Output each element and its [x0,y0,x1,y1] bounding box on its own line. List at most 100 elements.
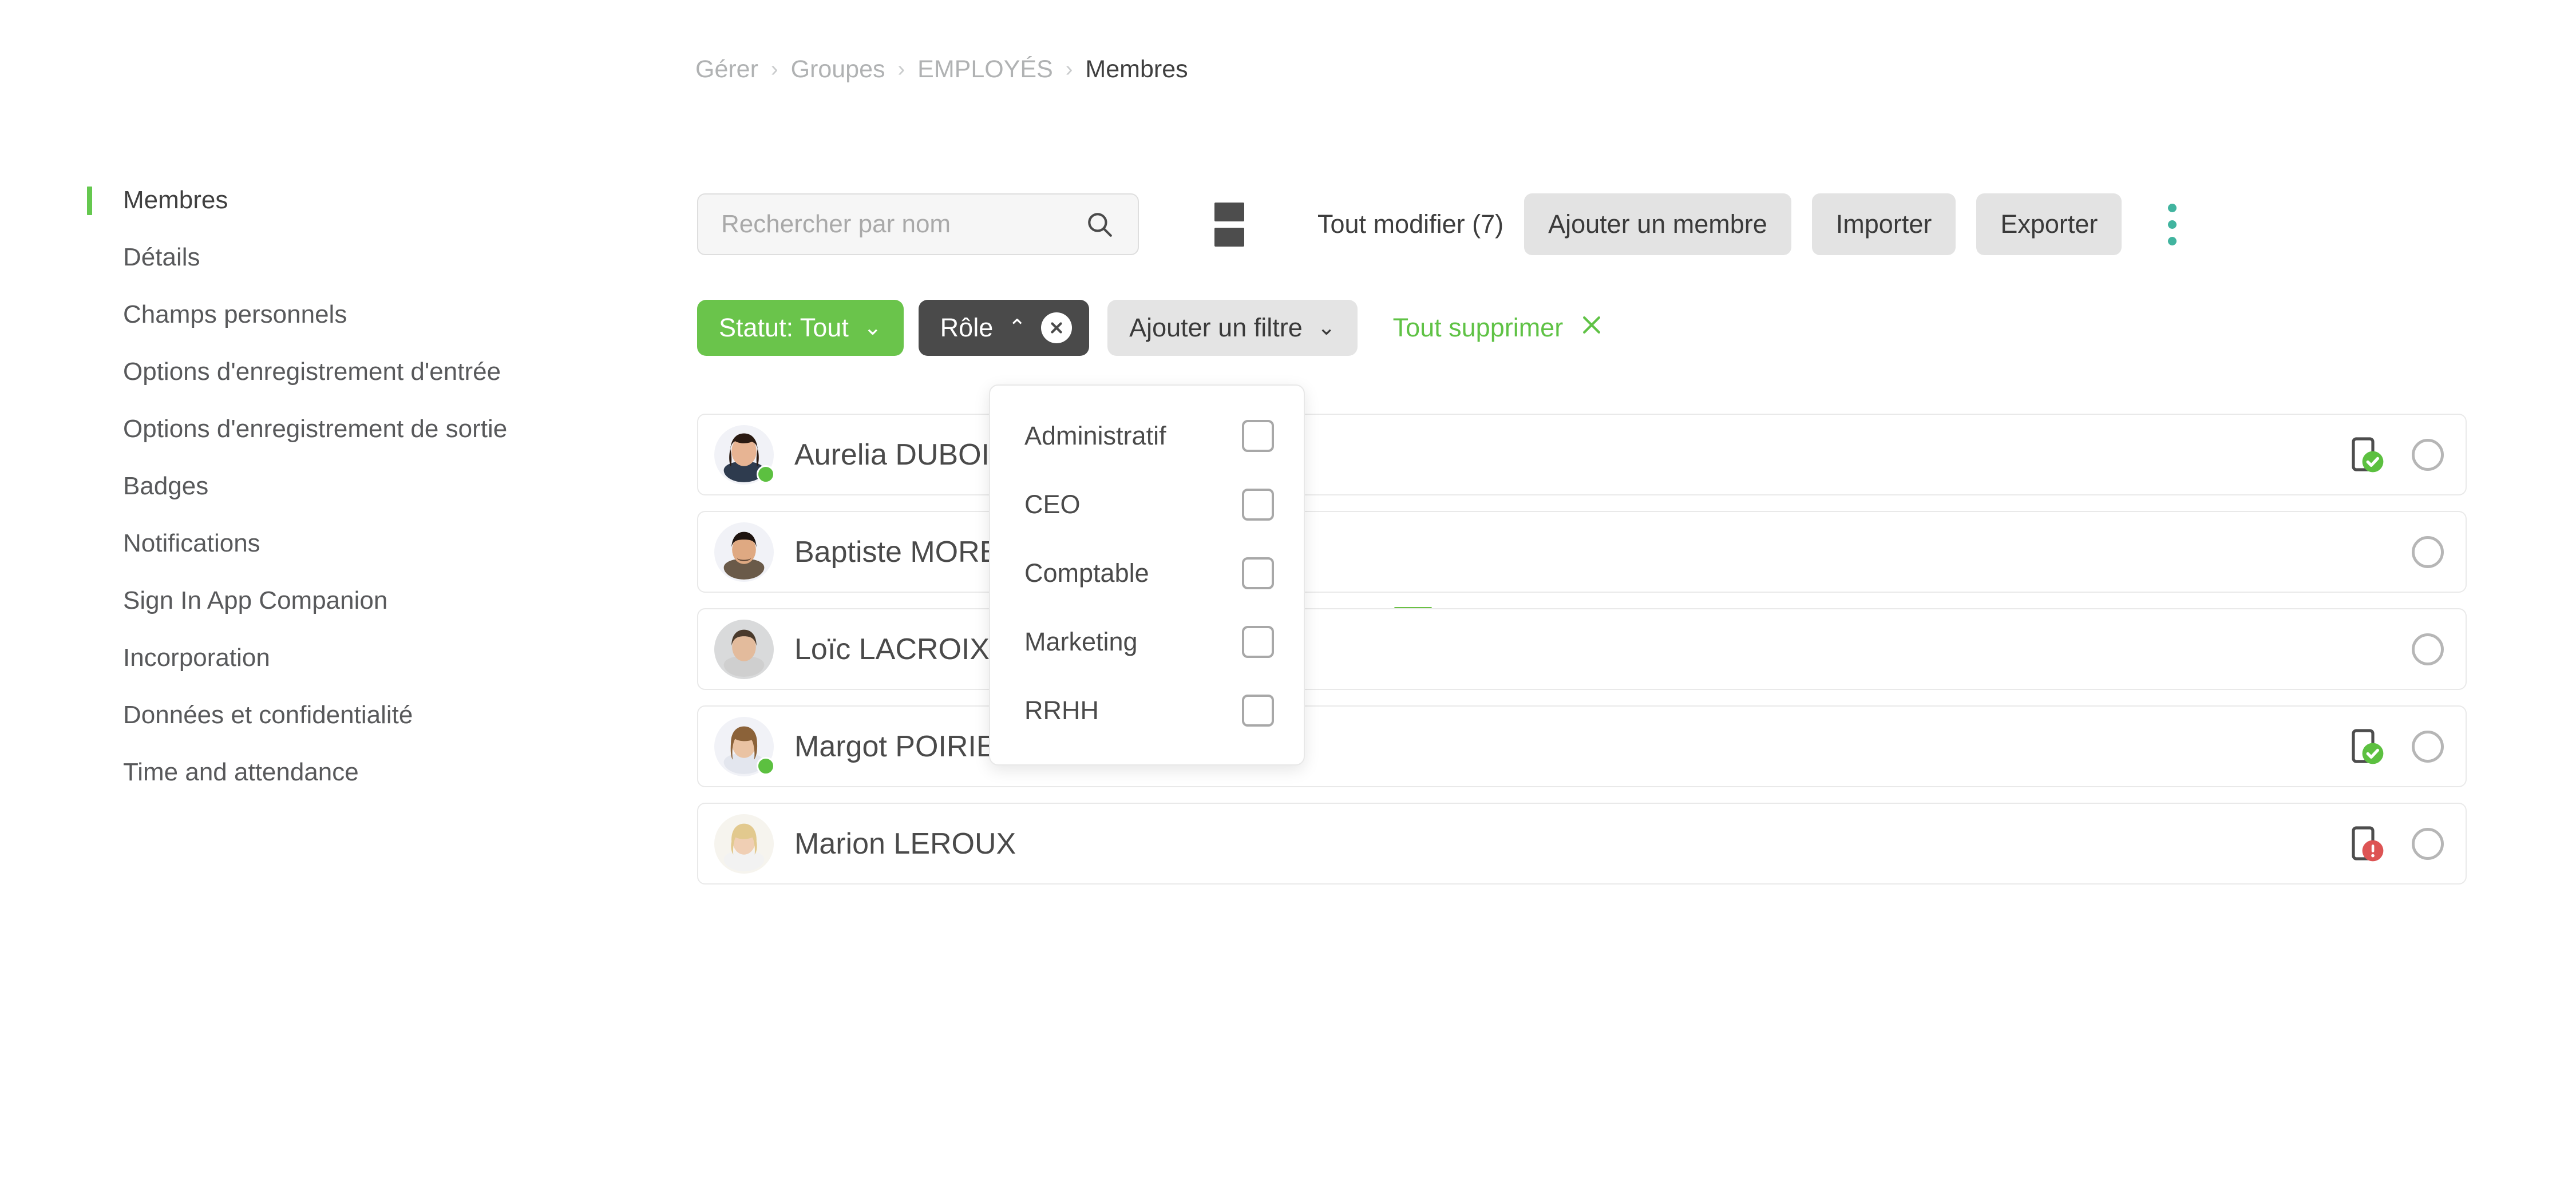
presence-online-indicator [757,756,775,775]
breadcrumb-item-employes[interactable]: EMPLOYÉS [917,57,1053,82]
role-option-rrhh[interactable]: RRHH [990,676,1304,745]
export-button[interactable]: Exporter [1976,193,2122,255]
role-option-label: Marketing [1024,627,1138,656]
add-filter-button[interactable]: Ajouter un filtre ⌄ [1107,300,1358,356]
filter-role-label: Rôle [940,313,994,342]
clear-all-filters-label: Tout supprimer [1392,313,1564,342]
member-name: Aurelia DUBOIS [794,438,1010,471]
sidebar-item-incorporation[interactable]: Incorporation [0,629,658,687]
role-option-administratif[interactable]: Administratif [990,402,1304,470]
filter-bar: Statut: Tout ⌄ Rôle ⌃ Ajouter un filtre … [697,300,1604,356]
sidebar-item-options-entree[interactable]: Options d'enregistrement d'entrée [0,343,658,400]
sidebar-item-champs-personnels[interactable]: Champs personnels [0,286,658,343]
row-select-circle[interactable] [2412,730,2444,763]
edit-all-button[interactable]: Tout modifier (7) [1317,209,1503,239]
sidebar-item-time-and-attendance[interactable]: Time and attendance [0,744,658,801]
member-name: Loïc LACROIX [794,632,990,666]
sidebar-item-notifications[interactable]: Notifications [0,515,658,572]
sidebar-item-label: Incorporation [123,644,270,672]
sidebar-item-details[interactable]: Détails [0,229,658,286]
clear-all-filters-button[interactable]: Tout supprimer [1393,312,1605,344]
breadcrumb: Gérer › Groupes › EMPLOYÉS › Membres [695,57,1188,82]
search-input[interactable] [698,195,1138,254]
breadcrumb-item-membres[interactable]: Membres [1085,57,1188,82]
role-option-label: RRHH [1024,696,1099,725]
filter-status-button[interactable]: Statut: Tout ⌄ [697,300,904,356]
add-filter-label: Ajouter un filtre [1129,313,1303,342]
role-option-checkbox[interactable] [1242,489,1274,521]
sidebar-item-label: Détails [123,243,200,271]
role-option-checkbox[interactable] [1242,626,1274,658]
row-select-circle[interactable] [2412,536,2444,568]
avatar [714,522,774,582]
sidebar-item-donnees-confidentialite[interactable]: Données et confidentialité [0,687,658,744]
table-row[interactable]: Margot POIRIER [697,705,2467,787]
role-option-label: CEO [1024,490,1081,519]
add-member-button[interactable]: Ajouter un membre [1524,193,1791,255]
members-page: Gérer › Groupes › EMPLOYÉS › Membres Mem… [0,0,2576,1178]
device-verified-icon [2349,727,2384,766]
breadcrumb-separator-icon: › [770,57,778,81]
role-option-comptable[interactable]: Comptable [990,539,1304,608]
avatar [714,716,775,776]
close-icon [1579,312,1604,344]
role-option-checkbox[interactable] [1242,420,1274,452]
member-name: Margot POIRIER [794,729,1018,763]
role-option-checkbox[interactable] [1242,695,1274,727]
avatar [714,619,774,679]
card-view-icon[interactable] [1214,202,1244,247]
import-button[interactable]: Importer [1811,193,1956,255]
sidebar-item-label: Champs personnels [123,300,347,328]
table-row[interactable]: Loïc LACROIX [697,608,2467,690]
breadcrumb-separator-icon: › [897,57,905,81]
sidebar-item-badges[interactable]: Badges [0,458,658,515]
member-name: Marion LEROUX [794,827,1016,860]
clear-role-filter-icon[interactable] [1041,312,1073,343]
row-actions [2349,435,2444,474]
role-option-label: Comptable [1024,558,1149,588]
row-actions [2349,533,2444,572]
sidebar-item-sign-in-app-companion[interactable]: Sign In App Companion [0,572,658,629]
device-warning-icon [2349,824,2384,863]
filter-status-label: Statut: Tout [719,313,849,342]
table-row[interactable]: Baptiste MOREAU [697,511,2467,593]
view-toggle-group [1214,202,1432,632]
device-verified-icon [2349,435,2384,474]
more-vertical-icon[interactable] [2155,193,2189,255]
breadcrumb-item-gerer[interactable]: Gérer [695,57,758,82]
sidebar-item-label: Sign In App Companion [123,586,388,614]
sidebar-item-label: Badges [123,472,209,500]
device-icon-placeholder [2349,630,2384,669]
role-option-label: Administratif [1024,421,1166,450]
members-toolbar: Tout modifier (7) Ajouter un membre Impo… [697,193,2189,632]
chevron-up-icon: ⌃ [1008,316,1027,340]
row-select-circle[interactable] [2412,827,2444,860]
sidebar-item-label: Membres [123,186,228,214]
avatar [714,425,775,485]
sidebar-item-label: Options d'enregistrement d'entrée [123,358,501,386]
avatar [714,814,774,874]
role-option-marketing[interactable]: Marketing [990,608,1304,676]
search-box [697,193,1139,255]
sidebar-item-membres[interactable]: Membres [0,172,658,229]
search-icon[interactable] [1085,210,1114,239]
sidebar-item-label: Données et confidentialité [123,701,413,729]
table-row[interactable]: Marion LEROUX [697,803,2467,885]
chevron-down-icon: ⌄ [863,316,882,340]
row-select-circle[interactable] [2412,633,2444,665]
sidebar-item-label: Time and attendance [123,758,359,786]
role-option-checkbox[interactable] [1242,557,1274,589]
sidebar-item-label: Notifications [123,529,260,557]
breadcrumb-item-groupes[interactable]: Groupes [791,57,885,82]
row-actions [2349,824,2444,863]
filter-role-button[interactable]: Rôle ⌃ [918,300,1090,356]
table-row[interactable]: Aurelia DUBOIS [697,414,2467,495]
role-filter-dropdown: Administratif CEO Comptable Marketing RR… [989,384,1305,765]
chevron-down-icon: ⌄ [1317,316,1336,340]
device-icon-placeholder [2349,533,2384,572]
row-select-circle[interactable] [2412,438,2444,471]
members-list: Aurelia DUBOIS Baptiste MOREAU Loïc LACR… [697,414,2467,900]
sidebar-item-options-sortie[interactable]: Options d'enregistrement de sortie [0,400,658,458]
role-option-ceo[interactable]: CEO [990,470,1304,539]
row-actions [2349,630,2444,669]
